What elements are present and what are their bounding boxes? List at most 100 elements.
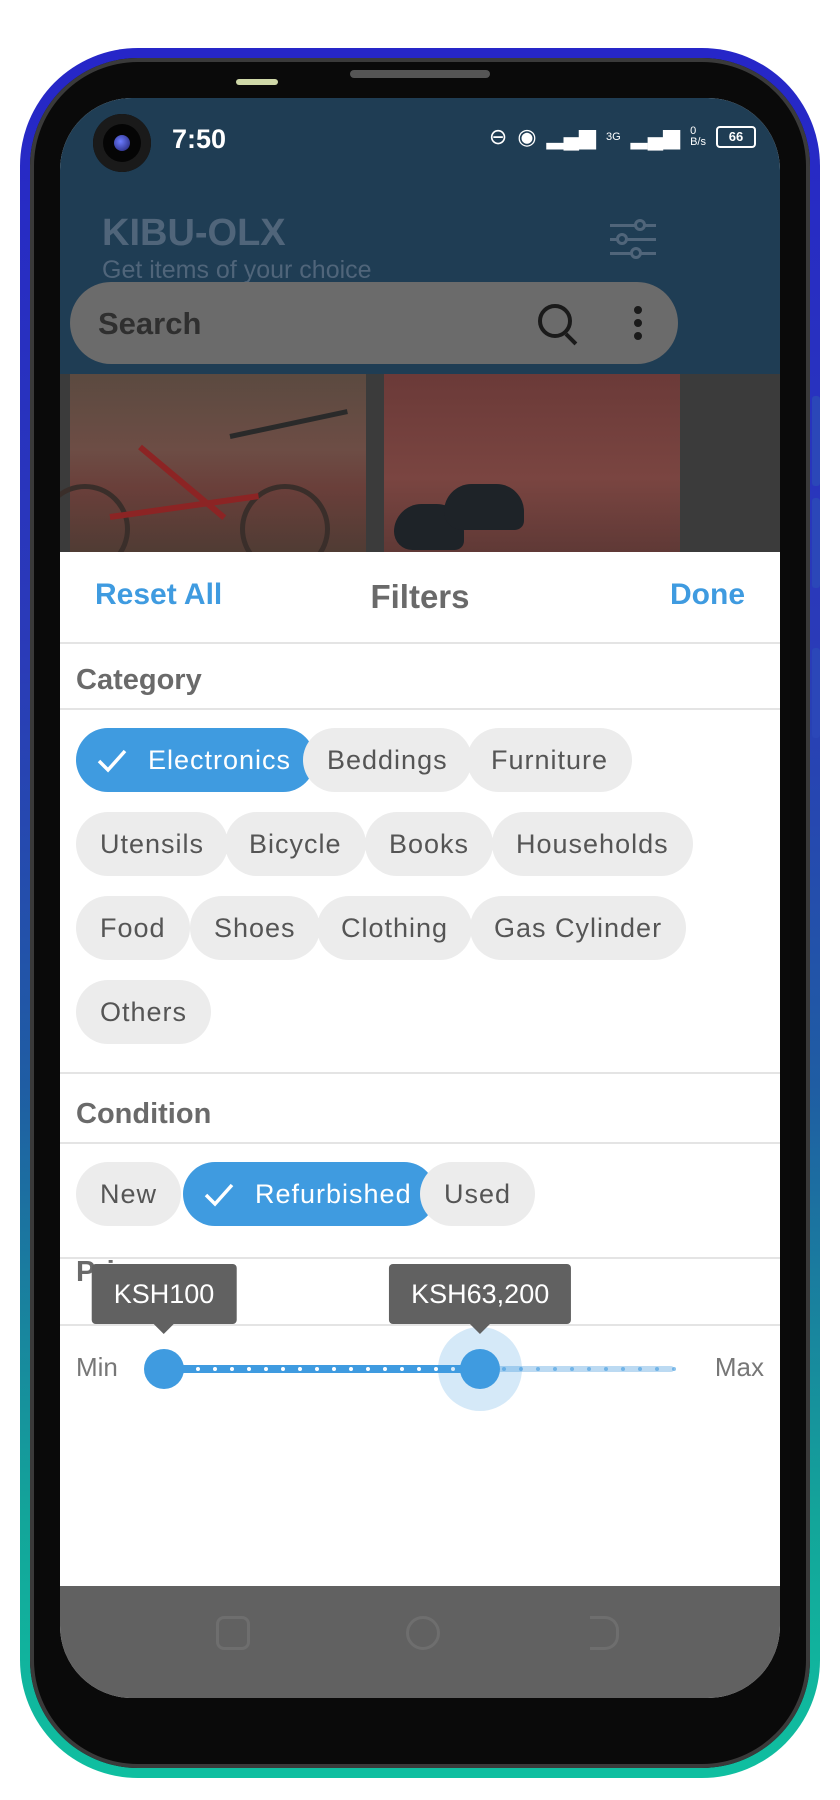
chip-label: Food bbox=[100, 913, 166, 943]
slider-tick bbox=[604, 1367, 608, 1371]
chip-electronics[interactable]: Electronics bbox=[76, 728, 316, 792]
slider-tick bbox=[213, 1367, 217, 1371]
chip-label: Others bbox=[100, 997, 188, 1027]
chip-label: Bicycle bbox=[249, 829, 342, 859]
home-icon[interactable] bbox=[406, 1616, 440, 1650]
chip-label: Books bbox=[389, 829, 470, 859]
check-icon bbox=[204, 1183, 234, 1207]
chip-others[interactable]: Others bbox=[76, 980, 212, 1044]
slider-tick bbox=[264, 1367, 268, 1371]
slider-tick bbox=[349, 1367, 353, 1371]
chip-label: New bbox=[100, 1179, 158, 1209]
slider-tooltip-min: KSH100 bbox=[91, 1264, 237, 1334]
chip-label: Shoes bbox=[214, 913, 296, 943]
chip-books[interactable]: Books bbox=[365, 812, 494, 876]
search-input[interactable]: Search bbox=[98, 306, 201, 342]
chip-label: Electronics bbox=[148, 745, 292, 775]
slider-tick bbox=[570, 1367, 574, 1371]
slider-tooltip-max: KSH63,200 bbox=[389, 1264, 572, 1334]
filters-header: Reset All Filters Done bbox=[60, 552, 780, 644]
divider bbox=[60, 708, 780, 710]
listing-image-bicycle[interactable] bbox=[60, 374, 366, 574]
chip-refurbished[interactable]: Refurbished bbox=[183, 1162, 436, 1226]
slider-tick bbox=[621, 1367, 625, 1371]
slider-tick bbox=[638, 1367, 642, 1371]
app-subtitle: Get items of your choice bbox=[102, 256, 372, 284]
earpiece-speaker bbox=[350, 70, 490, 78]
slider-tick bbox=[281, 1367, 285, 1371]
phone-screen: 7:50 ⊖ ◉ ▂▄▆ 3G ▂▄▆ 0 B/s 66 KIBU-OLX Ge… bbox=[60, 98, 780, 1698]
category-title: Category bbox=[76, 664, 202, 696]
filters-sheet: Reset All Filters Done Category Electron… bbox=[60, 552, 780, 1532]
slider-track[interactable]: KSH100 KSH63,200 bbox=[60, 1264, 780, 1411]
divider bbox=[60, 1257, 780, 1259]
slider-tick bbox=[230, 1367, 234, 1371]
phone-side-button bbox=[812, 648, 820, 738]
status-time: 7:50 bbox=[172, 124, 227, 154]
data-rate: 0 B/s bbox=[690, 125, 706, 148]
search-bar[interactable]: Search bbox=[70, 282, 678, 364]
slider-tick bbox=[332, 1367, 336, 1371]
check-icon bbox=[97, 749, 127, 773]
slider-track-fill bbox=[164, 1365, 481, 1373]
shoe-image bbox=[444, 484, 524, 530]
slider-thumb-max[interactable] bbox=[460, 1349, 501, 1389]
bicycle-frame bbox=[229, 409, 348, 439]
search-icon[interactable] bbox=[538, 304, 572, 338]
slider-tick bbox=[417, 1367, 421, 1371]
bicycle-frame bbox=[109, 493, 259, 520]
chip-food[interactable]: Food bbox=[76, 896, 190, 960]
divider bbox=[60, 1142, 780, 1144]
chip-beddings[interactable]: Beddings bbox=[303, 728, 472, 792]
system-navigation-bar bbox=[60, 1586, 780, 1698]
front-camera bbox=[93, 114, 151, 172]
chip-label: Used bbox=[444, 1179, 512, 1209]
back-icon[interactable] bbox=[590, 1616, 619, 1650]
sliders-icon[interactable] bbox=[610, 219, 656, 262]
chip-new[interactable]: New bbox=[76, 1162, 182, 1226]
slider-tick bbox=[672, 1367, 676, 1371]
chip-gas-cylinder[interactable]: Gas Cylinder bbox=[470, 896, 687, 960]
status-bar: 7:50 ⊖ ◉ ▂▄▆ 3G ▂▄▆ 0 B/s 66 bbox=[60, 98, 780, 184]
chip-shoes[interactable]: Shoes bbox=[190, 896, 320, 960]
recent-apps-icon[interactable] bbox=[216, 1616, 250, 1650]
slider-tick bbox=[553, 1367, 557, 1371]
chip-label: Clothing bbox=[341, 913, 449, 943]
chip-clothing[interactable]: Clothing bbox=[317, 896, 473, 960]
slider-tick bbox=[536, 1367, 540, 1371]
slider-tick bbox=[587, 1367, 591, 1371]
network-type-label: 3G bbox=[605, 131, 621, 143]
chip-furniture[interactable]: Furniture bbox=[467, 728, 633, 792]
condition-title: Condition bbox=[76, 1098, 212, 1130]
slider-tick bbox=[315, 1367, 319, 1371]
chip-label: Gas Cylinder bbox=[494, 913, 663, 943]
hotspot-icon: ◉ bbox=[517, 124, 537, 149]
slider-tick bbox=[298, 1367, 302, 1371]
chip-bicycle[interactable]: Bicycle bbox=[225, 812, 366, 876]
phone-side-button bbox=[812, 498, 820, 588]
listing-grid bbox=[60, 374, 780, 574]
chip-used[interactable]: Used bbox=[420, 1162, 536, 1226]
slider-tick bbox=[247, 1367, 251, 1371]
slider-thumb-min[interactable] bbox=[144, 1349, 184, 1389]
chip-label: Refurbished bbox=[255, 1179, 412, 1209]
slider-tick bbox=[196, 1367, 200, 1371]
chip-label: Households bbox=[516, 829, 669, 859]
app-title: KIBU-OLX bbox=[102, 212, 286, 254]
battery-icon: 66 bbox=[716, 126, 756, 148]
price-slider[interactable]: Price Min Max KSH100 KSH63,200 bbox=[60, 1256, 780, 1411]
chip-utensils[interactable]: Utensils bbox=[76, 812, 229, 876]
done-button[interactable]: Done bbox=[670, 578, 745, 612]
chip-label: Beddings bbox=[327, 745, 448, 775]
signal-icon: ▂▄▆ bbox=[546, 124, 596, 149]
slider-tick bbox=[366, 1367, 370, 1371]
signal-icon: ▂▄▆ bbox=[630, 124, 681, 149]
listing-image-shoes[interactable] bbox=[384, 374, 680, 564]
slider-tick bbox=[400, 1367, 404, 1371]
more-vert-icon[interactable] bbox=[634, 306, 642, 345]
chip-label: Furniture bbox=[491, 745, 609, 775]
chip-households[interactable]: Households bbox=[492, 812, 693, 876]
phone-side-button bbox=[812, 396, 820, 486]
status-icons: ⊖ ◉ ▂▄▆ 3G ▂▄▆ 0 B/s 66 bbox=[489, 124, 756, 150]
chip-label: Utensils bbox=[100, 829, 205, 859]
